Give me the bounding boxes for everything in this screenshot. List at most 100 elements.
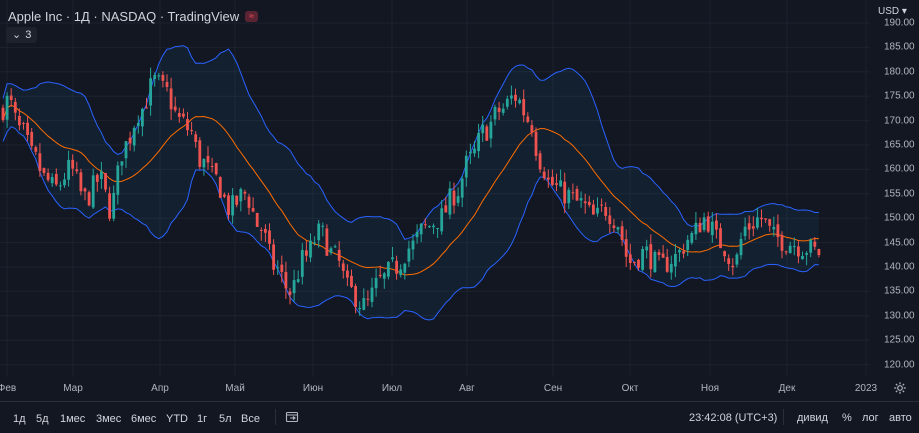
candle-body [71, 159, 75, 169]
time-tick-label: Июн [302, 383, 324, 394]
range-button-5y[interactable]: 5л [219, 413, 232, 425]
candle-body [801, 256, 804, 260]
market-status-badge[interactable]: ≈ [245, 11, 259, 22]
candle-body [567, 189, 571, 204]
candle-body [542, 171, 546, 179]
range-button-1m[interactable]: 1мес [60, 413, 85, 425]
candle-body [469, 151, 472, 154]
candle-body [780, 235, 784, 251]
candle-body [182, 113, 185, 117]
time-tick-label: Дек [778, 383, 796, 394]
currency-selector[interactable]: USD ▾ [878, 6, 907, 17]
candle-body [108, 193, 111, 219]
candle-body [657, 252, 661, 256]
candle-body [432, 225, 435, 228]
candle-body [5, 95, 9, 120]
candle-body [809, 240, 813, 253]
candle-body [440, 208, 444, 232]
candle-body [22, 123, 25, 125]
range-button-6m[interactable]: 6мес [131, 413, 156, 425]
candle-body [210, 165, 214, 167]
price-tick-label: 140.00 [884, 261, 915, 273]
indicators-toggle[interactable]: ⌄ 3 [6, 27, 38, 43]
candle-body [317, 223, 321, 241]
candle-body [489, 121, 493, 139]
symbol-title[interactable]: Apple Inc · 1Д · NASDAQ · TradingView [8, 9, 239, 24]
candle-body [505, 98, 509, 107]
candle-body [727, 258, 731, 264]
gear-icon[interactable] [893, 381, 907, 395]
candle-body [59, 185, 62, 187]
candle-body [104, 172, 107, 190]
range-button-3m[interactable]: 3мес [96, 413, 121, 425]
time-tick-label: Фев [0, 383, 17, 394]
time-tick-label: 2023 [854, 383, 878, 394]
candle-body [30, 131, 34, 146]
candle-body [587, 201, 591, 206]
candle-body [223, 194, 226, 197]
candle-body [34, 147, 38, 152]
auto-scale-toggle[interactable]: авто [889, 412, 912, 424]
candle-body [391, 257, 394, 260]
indicator-count: 3 [25, 29, 32, 41]
range-button-all[interactable]: Все [241, 413, 260, 425]
candle-body [723, 251, 726, 257]
range-button-ytd[interactable]: YTD [166, 413, 188, 425]
candle-body [608, 215, 612, 225]
price-tick-label: 190.00 [884, 17, 915, 29]
candle-body [698, 222, 702, 233]
candle-body [764, 218, 767, 220]
range-button-1d[interactable]: 1д [13, 413, 26, 425]
candle-body [756, 217, 759, 228]
candle-body [501, 108, 505, 113]
price-tick-label: 130.00 [884, 310, 915, 322]
candle-body [473, 148, 476, 154]
price-tick-label: 185.00 [884, 41, 915, 53]
candle-body [284, 272, 288, 289]
currency-label: USD [878, 6, 900, 17]
candle-body [26, 122, 29, 135]
candle-body [710, 221, 714, 236]
candle-body [198, 140, 202, 167]
candle-body [296, 279, 300, 282]
candle-body [157, 75, 161, 77]
candle-body [145, 107, 148, 109]
clock-timezone[interactable]: 23:42:08 (UTC+3) [689, 412, 777, 424]
percent-scale-toggle[interactable]: % [842, 412, 852, 424]
candle-body [247, 196, 251, 208]
log-scale-toggle[interactable]: лог [862, 412, 879, 424]
time-tick-label: Июл [381, 383, 403, 394]
candle-body [378, 274, 382, 277]
candle-body [54, 173, 58, 185]
candle-body [731, 265, 735, 268]
candle-body [407, 248, 411, 262]
go-to-date-icon[interactable] [285, 410, 299, 424]
candle-body [772, 226, 776, 230]
range-button-5d[interactable]: 5д [36, 413, 49, 425]
candle-body [477, 132, 480, 152]
price-tick-label: 150.00 [884, 212, 915, 224]
price-chart[interactable] [0, 0, 870, 377]
candle-body [272, 244, 275, 270]
range-button-1y[interactable]: 1г [197, 413, 207, 425]
candle-body [309, 240, 312, 258]
candle-body [436, 228, 439, 230]
candle-body [186, 119, 189, 131]
candle-body [50, 177, 54, 184]
candle-body [116, 165, 120, 195]
candle-body [645, 246, 649, 251]
chart-area[interactable] [0, 0, 870, 377]
candle-body [776, 224, 780, 238]
candle-body [337, 249, 341, 261]
candle-body [112, 192, 116, 219]
candle-body [165, 81, 169, 88]
candle-body [649, 244, 653, 270]
candle-body [362, 298, 366, 310]
candle-body [751, 226, 755, 229]
candle-body [428, 226, 431, 228]
candle-body [534, 131, 538, 156]
candle-body [259, 229, 263, 231]
candle-body [653, 252, 657, 273]
dividends-toggle[interactable]: дивид [797, 412, 828, 424]
candle-body [91, 175, 95, 208]
